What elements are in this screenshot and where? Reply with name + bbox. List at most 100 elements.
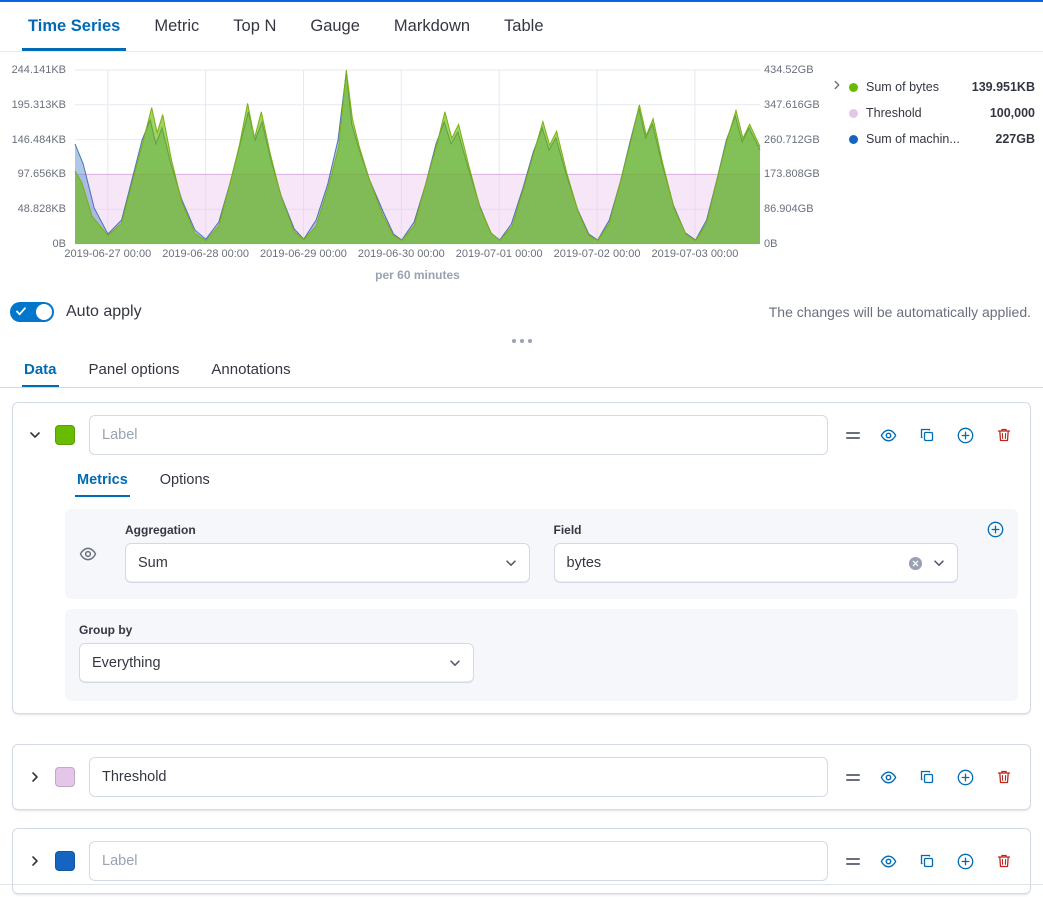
group-by-select[interactable]: Everything [79,643,474,683]
metric-visibility-icon[interactable] [79,545,101,583]
toggle-series-visibility-button[interactable] [878,767,899,788]
series-actions [846,767,1018,788]
delete-series-button[interactable] [994,851,1014,871]
trash-icon [996,769,1012,785]
group-by-row: Group by Everything [65,609,1018,701]
series-actions [846,851,1018,872]
eye-icon [79,545,97,563]
add-series-button[interactable] [955,767,976,788]
chevron-down-icon [503,555,519,571]
collapse-series-button[interactable] [25,425,45,445]
tab-top-n[interactable]: Top N [223,2,286,51]
add-metric-button[interactable] [985,519,1006,543]
field-selected-value: bytes [567,555,602,571]
chevron-right-icon [27,769,43,785]
field-label: Field [554,523,959,537]
plus-circle-icon [987,521,1004,538]
aggregation-selected-value: Sum [138,555,168,571]
tab-data[interactable]: Data [12,352,69,387]
legend-collapse-button[interactable] [828,76,846,97]
tab-table[interactable]: Table [494,2,553,51]
legend-label: Sum of machin... [866,132,960,146]
panel-resize-handle[interactable] [0,334,1043,348]
add-series-button[interactable] [955,851,976,872]
aggregation-label: Aggregation [125,523,530,537]
field-select[interactable]: bytes [554,543,959,583]
clone-series-button[interactable] [917,851,937,871]
eye-icon [880,427,897,444]
legend-value: 100,000 [990,106,1035,120]
field-field-group: Field bytes [554,523,959,583]
trash-icon [996,853,1012,869]
series-panel-header [25,415,1018,455]
drag-handle-icon[interactable] [846,427,860,444]
chevron-right-icon [830,78,844,92]
chevron-down-icon [27,427,43,443]
legend-label: Threshold [866,106,922,120]
series-panel-1: Metrics Options Aggregation Sum Field by… [12,402,1031,714]
series-sub-tabs: Metrics Options [65,461,1018,499]
toggle-knob [36,304,52,320]
legend-value: 227GB [995,132,1035,146]
tab-panel-options[interactable]: Panel options [77,352,192,387]
auto-apply-label: Auto apply [66,303,142,321]
series-label-input[interactable] [89,415,828,455]
delete-series-button[interactable] [994,767,1014,787]
chart-plot-area[interactable] [75,70,760,244]
series-panel-header [25,841,1018,881]
metric-row: Aggregation Sum Field bytes [65,509,1018,599]
copy-icon [919,853,935,869]
tab-markdown[interactable]: Markdown [384,2,480,51]
series-color-swatch[interactable] [55,851,75,871]
series-color-swatch[interactable] [55,425,75,445]
add-series-button[interactable] [955,425,976,446]
combo-controls [908,555,947,571]
chevron-down-icon [931,555,947,571]
drag-handle-icon[interactable] [846,853,860,870]
delete-series-button[interactable] [994,425,1014,445]
eye-icon [880,769,897,786]
toggle-series-visibility-button[interactable] [878,851,899,872]
legend-value: 139.951KB [972,80,1035,94]
trash-icon [996,427,1012,443]
series-panel-2 [12,744,1031,810]
group-by-label: Group by [79,623,474,637]
legend-label: Sum of bytes [866,80,939,94]
tab-annotations[interactable]: Annotations [199,352,302,387]
legend-item[interactable]: Sum of machin... 227GB [849,126,1035,152]
tab-metric[interactable]: Metric [144,2,209,51]
clone-series-button[interactable] [917,767,937,787]
auto-apply-row: Auto apply The changes will be automatic… [0,290,1043,334]
legend-item[interactable]: Sum of bytes 139.951KB [849,74,1035,100]
tab-metrics[interactable]: Metrics [65,461,140,499]
series-label-input[interactable] [89,757,828,797]
clone-series-button[interactable] [917,425,937,445]
time-series-chart: 244.141KB195.313KB146.484KB97.656KB48.82… [0,52,1043,290]
aggregation-select[interactable]: Sum [125,543,530,583]
series-label-input[interactable] [89,841,828,881]
x-axis-caption: per 60 minutes [75,268,760,282]
toggle-series-visibility-button[interactable] [878,425,899,446]
aggregation-field-group: Aggregation Sum [125,523,530,583]
expand-series-button[interactable] [25,767,45,787]
drag-handle-icon[interactable] [846,769,860,786]
auto-apply-description: The changes will be automatically applie… [769,304,1033,320]
clear-selection-icon[interactable] [908,556,923,571]
eye-icon [880,853,897,870]
group-by-selected-value: Everything [92,655,161,671]
plus-circle-icon [957,427,974,444]
editor-tabs: Data Panel options Annotations [0,352,1043,388]
series-actions [846,425,1018,446]
series-color-swatch[interactable] [55,767,75,787]
tab-gauge[interactable]: Gauge [300,2,370,51]
expand-series-button[interactable] [25,851,45,871]
legend-item[interactable]: Threshold 100,000 [849,100,1035,126]
chevron-down-icon [447,655,463,671]
bottom-divider [0,884,1043,885]
series-editor: Metrics Options Aggregation Sum Field by… [0,388,1043,894]
auto-apply-toggle[interactable] [10,302,54,322]
tab-time-series[interactable]: Time Series [18,2,130,51]
chart-legend: Sum of bytes 139.951KB Threshold 100,000… [849,74,1035,152]
tab-options[interactable]: Options [148,461,222,499]
series-panel-header [25,757,1018,797]
